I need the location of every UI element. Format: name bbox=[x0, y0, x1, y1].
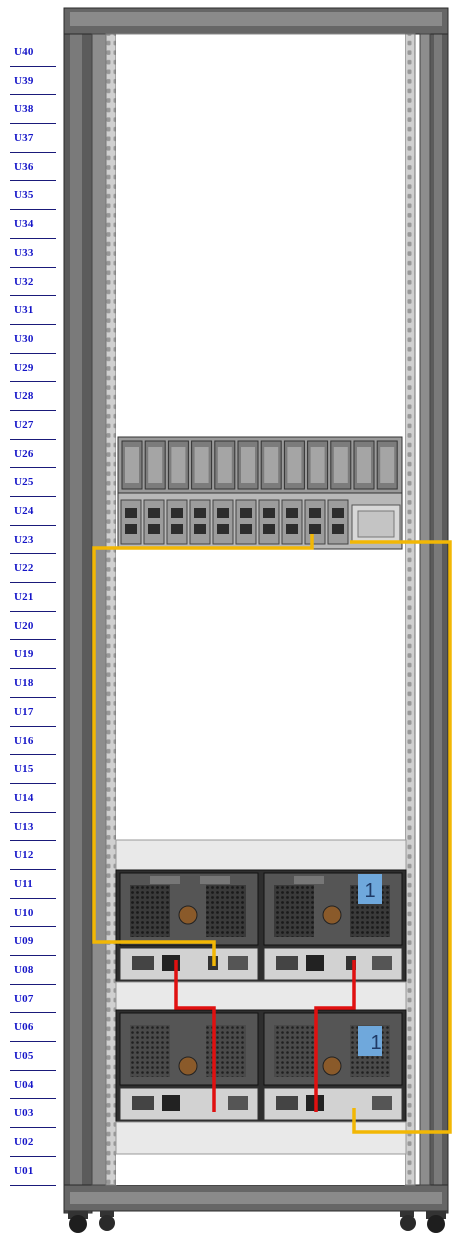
io-module bbox=[166, 499, 188, 545]
caster-wheels bbox=[68, 1211, 446, 1233]
io-module bbox=[120, 499, 142, 545]
io-port bbox=[194, 524, 206, 534]
io-port bbox=[332, 508, 344, 518]
io-port bbox=[148, 508, 160, 518]
io-module bbox=[143, 499, 165, 545]
io-port bbox=[309, 524, 321, 534]
io-port bbox=[194, 508, 206, 518]
io-module bbox=[281, 499, 303, 545]
io-port bbox=[125, 508, 137, 518]
drive-bay-face bbox=[194, 447, 209, 483]
io-module bbox=[235, 499, 257, 545]
drive-bay-face bbox=[217, 447, 232, 483]
io-port bbox=[240, 508, 252, 518]
io-port bbox=[263, 524, 275, 534]
drive-bay-face bbox=[287, 447, 302, 483]
io-port bbox=[125, 524, 137, 534]
drive-bay-face bbox=[357, 447, 371, 483]
io-port bbox=[332, 524, 344, 534]
io-port bbox=[240, 524, 252, 534]
io-port bbox=[286, 508, 298, 518]
io-port bbox=[171, 524, 183, 534]
io-port bbox=[309, 508, 321, 518]
drive-bay-face bbox=[171, 447, 186, 483]
io-port bbox=[217, 524, 229, 534]
drive-bay-face bbox=[333, 447, 348, 483]
io-port bbox=[217, 508, 229, 518]
io-module bbox=[304, 499, 326, 545]
enclosure-badge-lower: 1 bbox=[358, 1026, 382, 1056]
io-module bbox=[189, 499, 211, 545]
drive-bay-face bbox=[241, 447, 255, 483]
disk-enclosure-upper bbox=[115, 839, 407, 983]
io-module bbox=[212, 499, 234, 545]
controller-chassis bbox=[117, 436, 403, 550]
drive-bay-face bbox=[310, 447, 325, 483]
enclosure-badge-upper: 1 bbox=[358, 874, 382, 904]
drive-bay-face bbox=[380, 447, 395, 483]
drive-bay-face bbox=[125, 447, 139, 483]
drive-bay-face bbox=[148, 447, 163, 483]
io-port bbox=[286, 524, 298, 534]
rack-diagram: 1 1 bbox=[63, 7, 452, 1233]
svg-text:1: 1 bbox=[370, 1032, 381, 1054]
svg-text:1: 1 bbox=[364, 880, 375, 902]
drive-bay-face bbox=[264, 447, 279, 483]
io-port bbox=[171, 508, 183, 518]
io-port bbox=[263, 508, 275, 518]
io-port bbox=[148, 524, 160, 534]
io-module bbox=[258, 499, 280, 545]
io-module bbox=[327, 499, 349, 545]
disk-enclosure-lower bbox=[115, 981, 407, 1155]
